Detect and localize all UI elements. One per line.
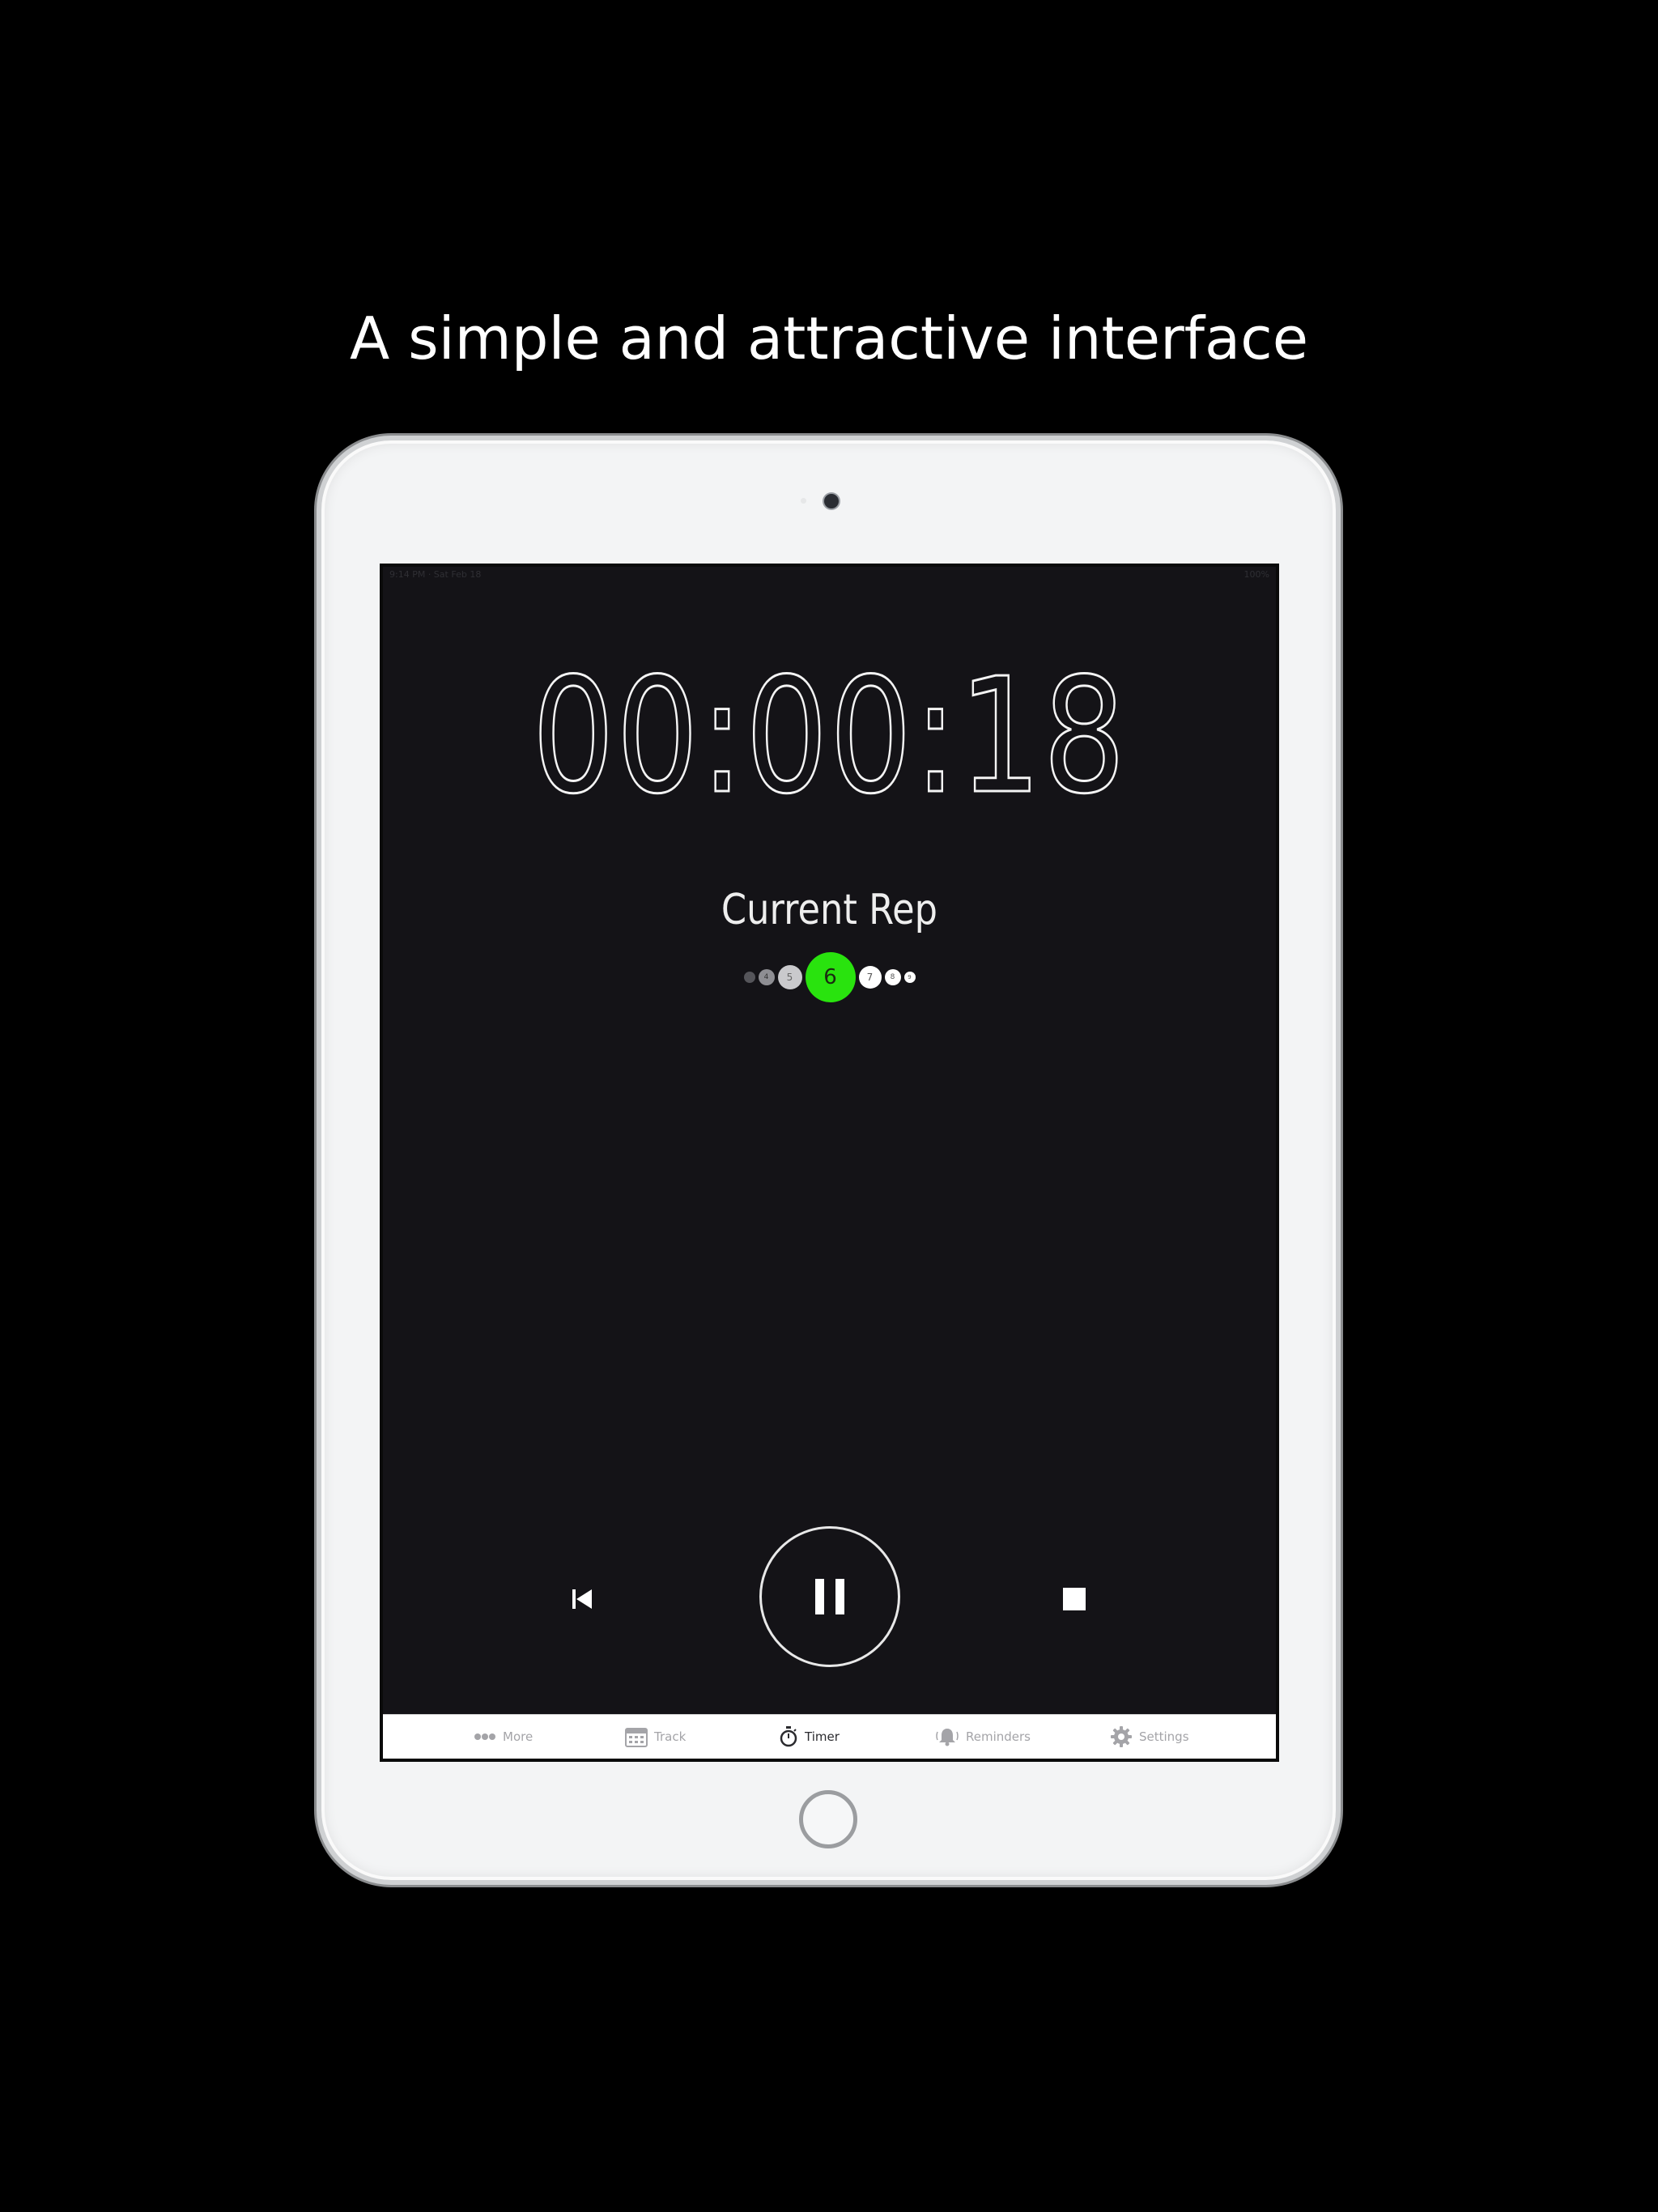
stop-icon [1063, 1588, 1086, 1610]
rep-dot: 4 [758, 969, 775, 985]
bell-icon [935, 1727, 959, 1746]
tab-timer[interactable]: Timer [779, 1715, 840, 1759]
more-dots-icon [474, 1733, 496, 1741]
calendar-icon [625, 1726, 648, 1747]
rep-dot: 5 [777, 965, 802, 989]
tab-track[interactable]: Track [625, 1715, 686, 1759]
pause-icon [815, 1579, 844, 1614]
rep-indicator: 4 5 6 7 8 9 [383, 951, 1276, 1003]
tablet-device-frame: 9:14 PM · Sat Feb 18 100% 00:00:18 Curre… [317, 436, 1341, 1885]
status-time: 9:14 PM · Sat Feb 18 [389, 569, 482, 580]
status-battery: 100% [1244, 569, 1269, 580]
home-button[interactable] [799, 1790, 857, 1848]
rep-dot [743, 972, 755, 983]
elapsed-time-display: 00:00:18 [531, 644, 1127, 829]
app-screen: 9:14 PM · Sat Feb 18 100% 00:00:18 Curre… [380, 564, 1279, 1762]
stop-button[interactable] [1063, 1588, 1086, 1610]
pause-button[interactable] [759, 1526, 900, 1667]
tab-label: Reminders [966, 1729, 1031, 1744]
skip-back-button[interactable] [568, 1585, 597, 1614]
front-sensor [801, 498, 806, 504]
tab-more[interactable]: More [474, 1715, 533, 1759]
tab-reminders[interactable]: Reminders [935, 1715, 1031, 1759]
tab-bar: More Track Timer Reminders Settings [383, 1714, 1276, 1759]
tab-label: Settings [1139, 1729, 1189, 1744]
tab-label: Track [654, 1729, 687, 1744]
status-bar: 9:14 PM · Sat Feb 18 100% [383, 567, 1276, 581]
skip-back-icon [572, 1589, 592, 1609]
rep-dot: 7 [858, 966, 882, 989]
tab-settings[interactable]: Settings [1110, 1715, 1189, 1759]
tab-label: Timer [805, 1729, 840, 1744]
gear-icon [1110, 1725, 1133, 1748]
rep-dot: 8 [884, 969, 901, 985]
stopwatch-icon [779, 1726, 798, 1747]
front-camera [824, 494, 839, 508]
current-rep-dot: 6 [805, 952, 856, 1002]
current-rep-label: Current Rep [721, 886, 938, 934]
tab-label: More [503, 1729, 534, 1744]
rep-dot: 9 [903, 972, 916, 983]
marketing-headline: A simple and attractive interface [349, 304, 1309, 372]
